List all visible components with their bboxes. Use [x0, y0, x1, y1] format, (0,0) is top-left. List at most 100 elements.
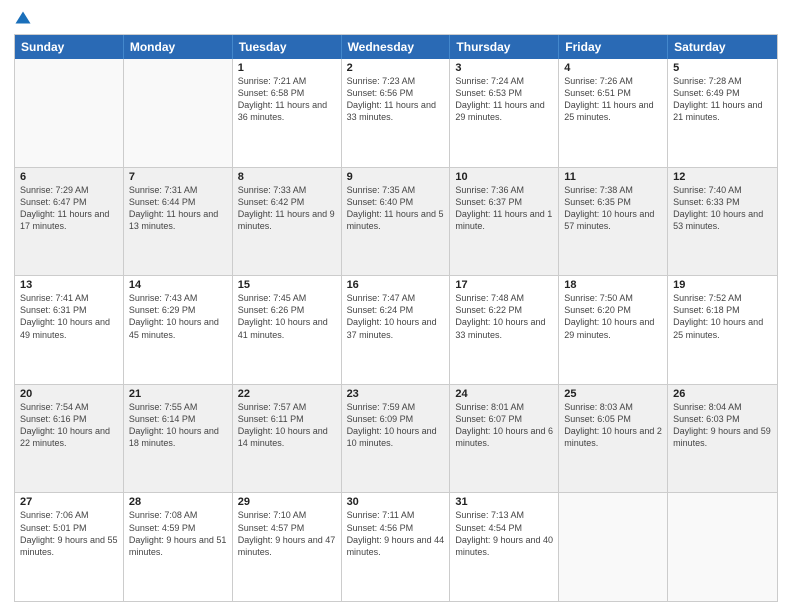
calendar-cell: 13Sunrise: 7:41 AM Sunset: 6:31 PM Dayli… [15, 276, 124, 384]
calendar-cell: 21Sunrise: 7:55 AM Sunset: 6:14 PM Dayli… [124, 385, 233, 493]
cell-info: Sunrise: 7:08 AM Sunset: 4:59 PM Dayligh… [129, 509, 227, 558]
day-number: 4 [564, 62, 662, 74]
calendar-cell: 3Sunrise: 7:24 AM Sunset: 6:53 PM Daylig… [450, 59, 559, 167]
calendar-cell: 25Sunrise: 8:03 AM Sunset: 6:05 PM Dayli… [559, 385, 668, 493]
calendar-cell: 8Sunrise: 7:33 AM Sunset: 6:42 PM Daylig… [233, 168, 342, 276]
day-number: 26 [673, 388, 772, 400]
calendar-week-row: 27Sunrise: 7:06 AM Sunset: 5:01 PM Dayli… [15, 492, 777, 601]
calendar-cell: 10Sunrise: 7:36 AM Sunset: 6:37 PM Dayli… [450, 168, 559, 276]
cell-info: Sunrise: 7:24 AM Sunset: 6:53 PM Dayligh… [455, 75, 553, 124]
calendar: SundayMondayTuesdayWednesdayThursdayFrid… [14, 34, 778, 602]
calendar-cell: 22Sunrise: 7:57 AM Sunset: 6:11 PM Dayli… [233, 385, 342, 493]
day-number: 27 [20, 496, 118, 508]
calendar-header-cell: Sunday [15, 35, 124, 59]
day-number: 30 [347, 496, 445, 508]
cell-info: Sunrise: 7:45 AM Sunset: 6:26 PM Dayligh… [238, 292, 336, 341]
cell-info: Sunrise: 7:47 AM Sunset: 6:24 PM Dayligh… [347, 292, 445, 341]
calendar-header-cell: Monday [124, 35, 233, 59]
calendar-cell: 2Sunrise: 7:23 AM Sunset: 6:56 PM Daylig… [342, 59, 451, 167]
calendar-cell: 4Sunrise: 7:26 AM Sunset: 6:51 PM Daylig… [559, 59, 668, 167]
cell-info: Sunrise: 7:57 AM Sunset: 6:11 PM Dayligh… [238, 401, 336, 450]
cell-info: Sunrise: 7:40 AM Sunset: 6:33 PM Dayligh… [673, 184, 772, 233]
calendar-cell [668, 493, 777, 601]
cell-info: Sunrise: 7:10 AM Sunset: 4:57 PM Dayligh… [238, 509, 336, 558]
logo-text [14, 10, 36, 28]
cell-info: Sunrise: 7:59 AM Sunset: 6:09 PM Dayligh… [347, 401, 445, 450]
calendar-header-row: SundayMondayTuesdayWednesdayThursdayFrid… [15, 35, 777, 59]
header [14, 10, 778, 28]
cell-info: Sunrise: 7:50 AM Sunset: 6:20 PM Dayligh… [564, 292, 662, 341]
calendar-header-cell: Thursday [450, 35, 559, 59]
calendar-cell: 17Sunrise: 7:48 AM Sunset: 6:22 PM Dayli… [450, 276, 559, 384]
day-number: 14 [129, 279, 227, 291]
day-number: 28 [129, 496, 227, 508]
cell-info: Sunrise: 7:13 AM Sunset: 4:54 PM Dayligh… [455, 509, 553, 558]
cell-info: Sunrise: 7:38 AM Sunset: 6:35 PM Dayligh… [564, 184, 662, 233]
cell-info: Sunrise: 7:21 AM Sunset: 6:58 PM Dayligh… [238, 75, 336, 124]
day-number: 7 [129, 171, 227, 183]
day-number: 16 [347, 279, 445, 291]
page: SundayMondayTuesdayWednesdayThursdayFrid… [0, 0, 792, 612]
day-number: 21 [129, 388, 227, 400]
calendar-cell: 15Sunrise: 7:45 AM Sunset: 6:26 PM Dayli… [233, 276, 342, 384]
calendar-cell: 18Sunrise: 7:50 AM Sunset: 6:20 PM Dayli… [559, 276, 668, 384]
calendar-cell [559, 493, 668, 601]
cell-info: Sunrise: 7:23 AM Sunset: 6:56 PM Dayligh… [347, 75, 445, 124]
day-number: 8 [238, 171, 336, 183]
calendar-header-cell: Friday [559, 35, 668, 59]
day-number: 2 [347, 62, 445, 74]
calendar-cell: 1Sunrise: 7:21 AM Sunset: 6:58 PM Daylig… [233, 59, 342, 167]
cell-info: Sunrise: 7:43 AM Sunset: 6:29 PM Dayligh… [129, 292, 227, 341]
calendar-cell: 29Sunrise: 7:10 AM Sunset: 4:57 PM Dayli… [233, 493, 342, 601]
cell-info: Sunrise: 7:26 AM Sunset: 6:51 PM Dayligh… [564, 75, 662, 124]
cell-info: Sunrise: 8:01 AM Sunset: 6:07 PM Dayligh… [455, 401, 553, 450]
cell-info: Sunrise: 7:54 AM Sunset: 6:16 PM Dayligh… [20, 401, 118, 450]
day-number: 19 [673, 279, 772, 291]
calendar-header-cell: Saturday [668, 35, 777, 59]
cell-info: Sunrise: 7:33 AM Sunset: 6:42 PM Dayligh… [238, 184, 336, 233]
day-number: 31 [455, 496, 553, 508]
day-number: 24 [455, 388, 553, 400]
calendar-cell: 14Sunrise: 7:43 AM Sunset: 6:29 PM Dayli… [124, 276, 233, 384]
calendar-header-cell: Tuesday [233, 35, 342, 59]
cell-info: Sunrise: 7:06 AM Sunset: 5:01 PM Dayligh… [20, 509, 118, 558]
day-number: 29 [238, 496, 336, 508]
day-number: 5 [673, 62, 772, 74]
cell-info: Sunrise: 7:55 AM Sunset: 6:14 PM Dayligh… [129, 401, 227, 450]
day-number: 13 [20, 279, 118, 291]
cell-info: Sunrise: 7:36 AM Sunset: 6:37 PM Dayligh… [455, 184, 553, 233]
day-number: 15 [238, 279, 336, 291]
calendar-cell: 24Sunrise: 8:01 AM Sunset: 6:07 PM Dayli… [450, 385, 559, 493]
cell-info: Sunrise: 7:31 AM Sunset: 6:44 PM Dayligh… [129, 184, 227, 233]
calendar-week-row: 1Sunrise: 7:21 AM Sunset: 6:58 PM Daylig… [15, 59, 777, 167]
cell-info: Sunrise: 7:52 AM Sunset: 6:18 PM Dayligh… [673, 292, 772, 341]
day-number: 23 [347, 388, 445, 400]
calendar-cell: 6Sunrise: 7:29 AM Sunset: 6:47 PM Daylig… [15, 168, 124, 276]
calendar-week-row: 13Sunrise: 7:41 AM Sunset: 6:31 PM Dayli… [15, 275, 777, 384]
calendar-cell: 7Sunrise: 7:31 AM Sunset: 6:44 PM Daylig… [124, 168, 233, 276]
cell-info: Sunrise: 8:04 AM Sunset: 6:03 PM Dayligh… [673, 401, 772, 450]
calendar-header-cell: Wednesday [342, 35, 451, 59]
cell-info: Sunrise: 7:41 AM Sunset: 6:31 PM Dayligh… [20, 292, 118, 341]
cell-info: Sunrise: 7:35 AM Sunset: 6:40 PM Dayligh… [347, 184, 445, 233]
cell-info: Sunrise: 7:29 AM Sunset: 6:47 PM Dayligh… [20, 184, 118, 233]
day-number: 25 [564, 388, 662, 400]
day-number: 22 [238, 388, 336, 400]
cell-info: Sunrise: 7:28 AM Sunset: 6:49 PM Dayligh… [673, 75, 772, 124]
calendar-cell: 30Sunrise: 7:11 AM Sunset: 4:56 PM Dayli… [342, 493, 451, 601]
day-number: 12 [673, 171, 772, 183]
day-number: 1 [238, 62, 336, 74]
day-number: 20 [20, 388, 118, 400]
calendar-cell: 28Sunrise: 7:08 AM Sunset: 4:59 PM Dayli… [124, 493, 233, 601]
calendar-cell: 20Sunrise: 7:54 AM Sunset: 6:16 PM Dayli… [15, 385, 124, 493]
logo-icon [14, 10, 32, 28]
calendar-cell: 9Sunrise: 7:35 AM Sunset: 6:40 PM Daylig… [342, 168, 451, 276]
logo [14, 10, 36, 28]
calendar-week-row: 6Sunrise: 7:29 AM Sunset: 6:47 PM Daylig… [15, 167, 777, 276]
day-number: 10 [455, 171, 553, 183]
calendar-body: 1Sunrise: 7:21 AM Sunset: 6:58 PM Daylig… [15, 59, 777, 601]
cell-info: Sunrise: 7:48 AM Sunset: 6:22 PM Dayligh… [455, 292, 553, 341]
calendar-week-row: 20Sunrise: 7:54 AM Sunset: 6:16 PM Dayli… [15, 384, 777, 493]
calendar-cell: 5Sunrise: 7:28 AM Sunset: 6:49 PM Daylig… [668, 59, 777, 167]
cell-info: Sunrise: 8:03 AM Sunset: 6:05 PM Dayligh… [564, 401, 662, 450]
